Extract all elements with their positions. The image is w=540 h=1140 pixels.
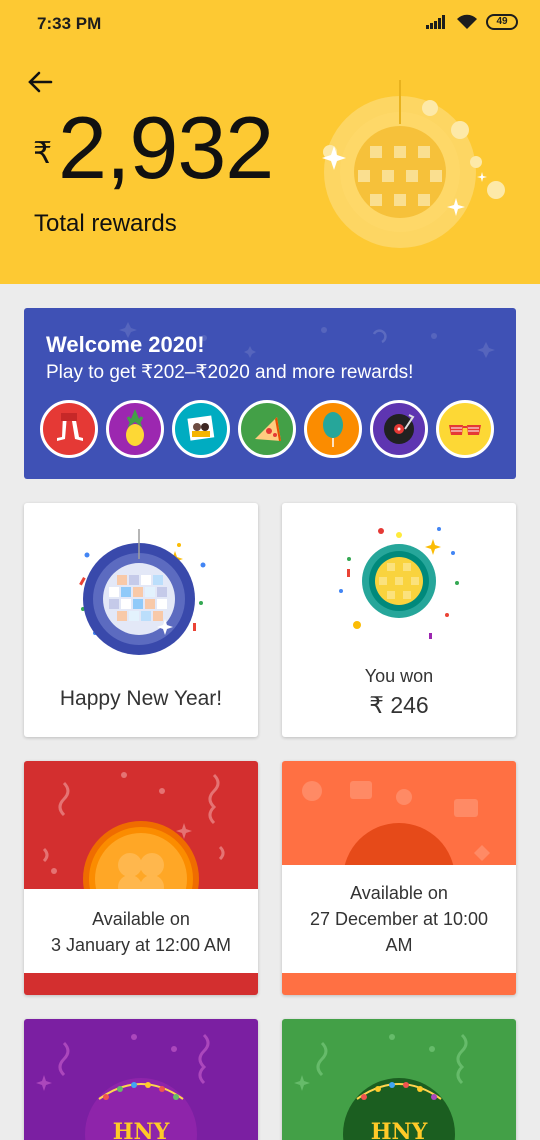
status-time: 7:33 PM [37,14,102,33]
locked-reward-card-red[interactable]: Available on 3 January at 12:00 AM [24,761,258,995]
four-leaf-clover-icon [42,772,225,889]
availability-date: 3 January at 12:00 AM [50,935,232,955]
disco-ball-illustration [322,80,505,248]
rewards-header: 7:33 PM 49 ₹ 2,932 Total rewards [0,0,540,284]
total-rewards-amount: 2,932 [58,98,274,197]
pizza-icon [238,400,296,458]
promo-subtitle: Play to get ₹202–₹2020 and more rewards! [46,362,414,383]
hny-card-green[interactable]: HNY [282,1019,516,1140]
orange-mystery-icon [302,781,490,865]
status-bar: 7:33 PM 49 [0,0,540,46]
status-icons: 49 [426,14,518,30]
disco-ball-icon [79,529,206,655]
back-button[interactable] [22,64,58,100]
total-rewards-label: Total rewards [34,210,177,237]
promo-icon-row [40,400,494,458]
party-glasses-icon [436,400,494,458]
availability-date: 27 December at 10:00 [309,909,489,929]
you-won-card[interactable]: You won ₹ 246 [282,503,516,737]
vinyl-record-icon [370,400,428,458]
promo-banner[interactable]: Welcome 2020! Play to get ₹202–₹2020 and… [24,308,516,479]
currency-symbol: ₹ [33,137,53,170]
happy-new-year-card[interactable]: Happy New Year! [24,503,258,737]
selfie-photo-icon [172,400,230,458]
back-arrow-icon [28,71,53,93]
gold-coin-icon [339,527,459,639]
balloon-icon [304,400,362,458]
wifi-icon [457,14,477,29]
promo-title: Welcome 2020! [46,332,205,357]
dance-legs-icon [40,400,98,458]
signal-icon [426,15,445,29]
availability-label: Available on [350,883,448,903]
hny-badge-label: HNY [370,1119,428,1140]
you-won-label: You won [364,666,434,686]
locked-reward-card-orange[interactable]: Available on 27 December at 10:00 AM [282,761,516,995]
battery-icon: 49 [486,14,518,30]
availability-time: AM [385,935,413,955]
availability-box: Available on 3 January at 12:00 AM [24,889,258,973]
availability-box: Available on 27 December at 10:00 AM [282,865,516,973]
hny-card-purple[interactable]: HNY [24,1019,258,1140]
availability-label: Available on [92,909,190,929]
hny-badge-label: HNY [112,1119,170,1140]
happy-new-year-label: Happy New Year! [59,687,223,710]
pineapple-icon [106,400,164,458]
you-won-amount: ₹ 246 [369,692,429,718]
